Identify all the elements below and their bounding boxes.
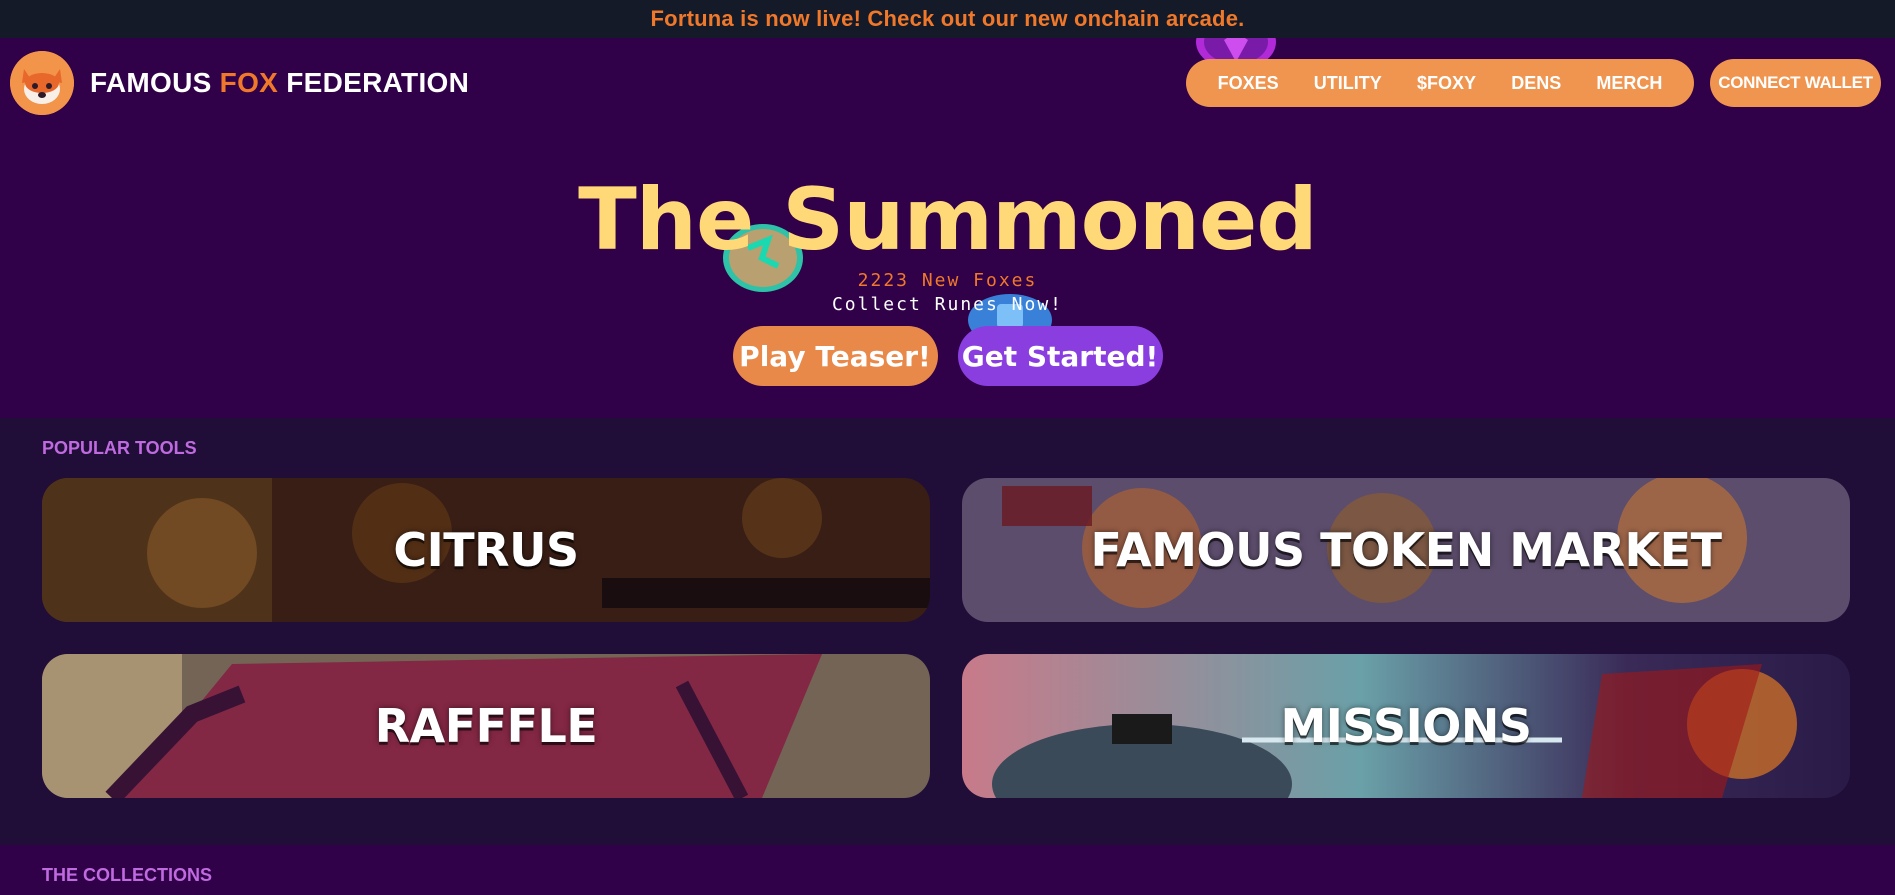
tool-card-raffle-title: RAFFFLE [374, 699, 598, 753]
tool-card-token-market[interactable]: FAMOUS TOKEN MARKET [962, 478, 1850, 622]
popular-tools-section: POPULAR TOOLS CITRUS FAMOUS TOKEN MARKET [0, 418, 1895, 845]
tool-card-missions[interactable]: MISSIONS [962, 654, 1850, 798]
get-started-button[interactable]: Get Started! [957, 326, 1163, 386]
hero-section: The Summoned 2223 New Foxes Collect Rune… [0, 128, 1895, 418]
hero-title: The Summoned [578, 170, 1318, 270]
brand[interactable]: FAMOUS FOX FEDERATION [10, 51, 469, 115]
nav-foxy[interactable]: $FOXY [1417, 73, 1476, 94]
tool-card-token-market-title: FAMOUS TOKEN MARKET [1090, 523, 1722, 577]
nav-utility[interactable]: UTILITY [1314, 73, 1382, 94]
hero-subtitle: 2223 New Foxes [857, 270, 1038, 291]
fox-logo-icon[interactable] [10, 51, 74, 115]
hero-tagline: Collect Runes Now! [831, 294, 1064, 315]
tool-card-citrus-title: CITRUS [393, 523, 579, 577]
play-teaser-button[interactable]: Play Teaser! [732, 326, 938, 386]
nav-foxes[interactable]: FOXES [1218, 73, 1279, 94]
collections-label: THE COLLECTIONS [42, 865, 212, 885]
tool-card-raffle[interactable]: RAFFFLE [42, 654, 930, 798]
top-navbar: FAMOUS FOX FEDERATION FOXES UTILITY $FOX… [0, 38, 1895, 128]
collections-section: THE COLLECTIONS [0, 845, 1895, 895]
popular-tools-label: POPULAR TOOLS [42, 438, 197, 458]
nav-merch[interactable]: MERCH [1596, 73, 1662, 94]
announcement-bar[interactable]: Fortuna is now live! Check out our new o… [0, 0, 1895, 38]
announcement-text[interactable]: Fortuna is now live! Check out our new o… [651, 6, 1245, 32]
main-nav: FOXES UTILITY $FOXY DENS MERCH [1186, 59, 1694, 107]
connect-wallet-button[interactable]: CONNECT WALLET [1710, 59, 1881, 107]
tool-card-citrus[interactable]: CITRUS [42, 478, 930, 622]
brand-name[interactable]: FAMOUS FOX FEDERATION [90, 67, 469, 99]
nav-dens[interactable]: DENS [1511, 73, 1561, 94]
hero-actions: Play Teaser! Get Started! [0, 326, 1895, 386]
tool-card-missions-title: MISSIONS [1280, 699, 1532, 753]
